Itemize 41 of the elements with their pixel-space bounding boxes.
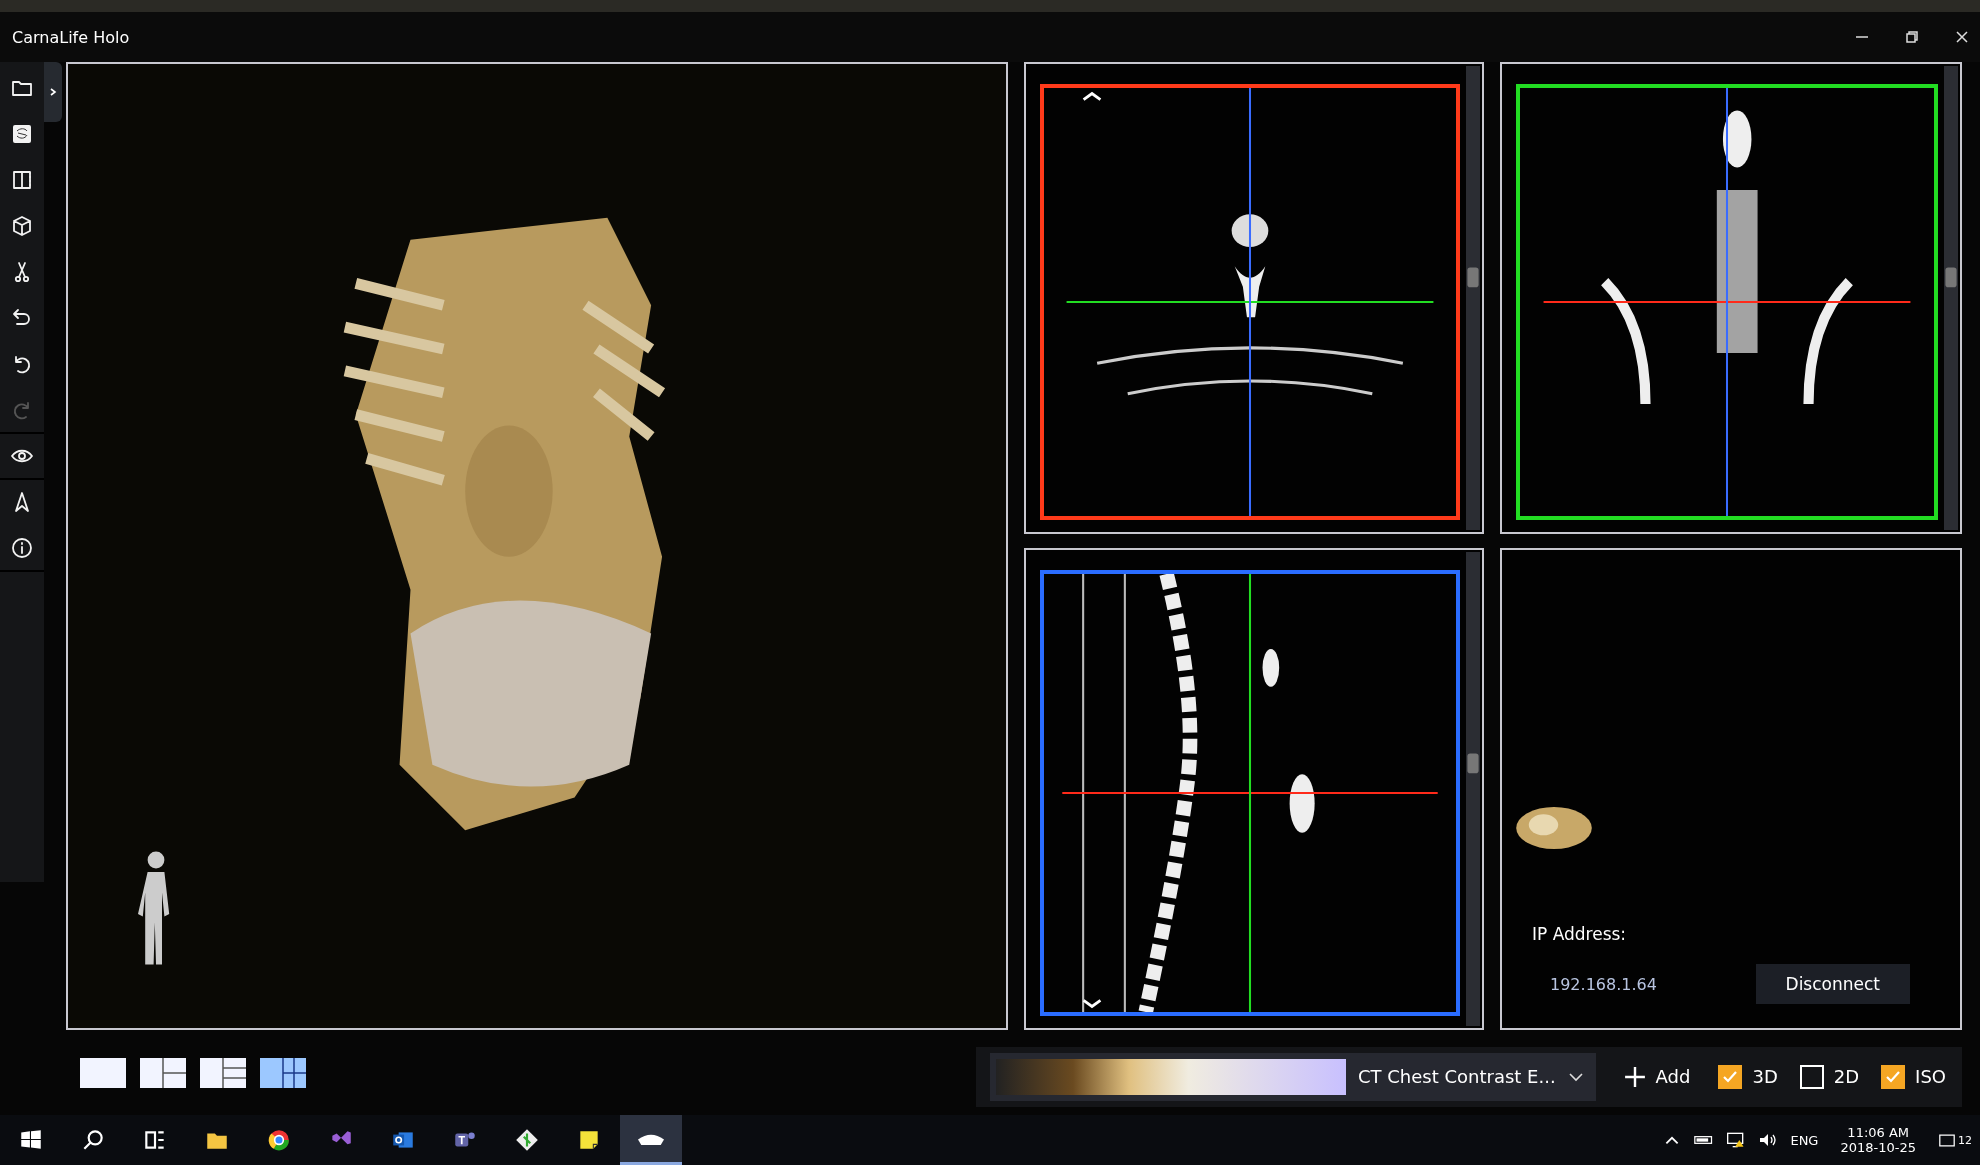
toggle-checkbox[interactable]: 2D [1799, 1064, 1860, 1089]
headset-app-icon [638, 1132, 664, 1145]
chevron-right-icon [48, 87, 58, 97]
toggle-checkbox[interactable]: 3D [1718, 1064, 1778, 1089]
info-icon[interactable] [10, 536, 34, 560]
preset-name: CT Chest Contrast E... [1357, 1066, 1556, 1087]
expand-button[interactable] [44, 62, 62, 122]
language-indicator[interactable]: ENG [1790, 1132, 1819, 1148]
restore-icon[interactable] [1904, 29, 1920, 45]
window-title: CarnaLife Holo [12, 27, 130, 47]
diamond-app-icon [514, 1127, 540, 1153]
layout-icon[interactable] [200, 1057, 246, 1088]
view-panel[interactable] [1024, 548, 1484, 1030]
scroll-bar[interactable] [1944, 66, 1958, 530]
cube-icon[interactable] [10, 214, 34, 238]
view-panel[interactable] [1500, 62, 1962, 534]
toggle-checkbox[interactable]: ISO [1881, 1064, 1946, 1089]
add-button[interactable]: Add [1617, 1064, 1697, 1089]
plus-icon [1623, 1065, 1646, 1088]
image-icon[interactable] [10, 122, 34, 146]
close-icon[interactable] [1954, 29, 1970, 45]
round-logo-icon [266, 1127, 292, 1153]
preset-dropdown[interactable]: CT Chest Contrast E... [989, 1052, 1596, 1101]
clock-date[interactable]: 2018-10-25 [1840, 1140, 1916, 1155]
split-view-icon[interactable] [10, 168, 34, 192]
clock-time[interactable]: 11:06 AM [1847, 1125, 1910, 1140]
view-panel[interactable] [1024, 62, 1484, 534]
notification-button[interactable]: 12 [1938, 1133, 1972, 1147]
chevron-down-icon [1567, 1071, 1584, 1082]
view-panel[interactable]: IP Address: 192.168.1.64 Disconnect [1500, 548, 1962, 1030]
disconnect-button[interactable]: Disconnect [1755, 964, 1910, 1004]
scroll-bar[interactable] [1466, 552, 1480, 1026]
layout-icon[interactable] [260, 1057, 306, 1088]
notification-icon [1938, 1133, 1956, 1147]
ip-address-value: 192.168.1.64 [1550, 974, 1657, 994]
scroll-bar[interactable] [1466, 66, 1480, 530]
layout-icon[interactable] [140, 1057, 186, 1088]
view-panel[interactable] [66, 62, 1008, 1030]
layout-icon[interactable] [80, 1057, 126, 1088]
ip-address-label: IP Address: [1532, 924, 1628, 944]
taskbar-button[interactable] [620, 1115, 682, 1165]
